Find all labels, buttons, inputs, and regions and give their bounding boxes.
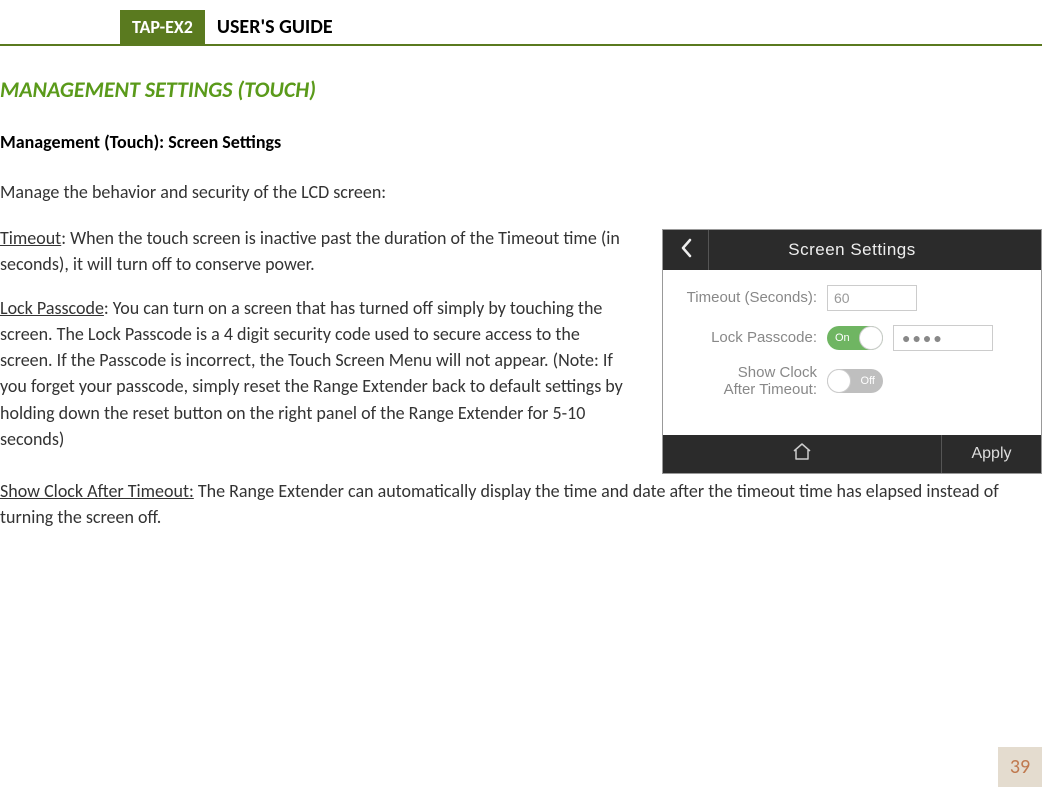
header-guide-title: USER'S GUIDE [205,10,345,44]
screenshot-bottombar: Apply [663,435,1041,473]
lock-toggle[interactable]: On [827,326,883,350]
row-clock: Show Clock After Timeout: Off [677,364,1027,399]
timeout-body: : When the touch screen is inactive past… [0,227,620,275]
lock-toggle-text: On [835,332,850,344]
label-clock-line1: Show Clock [738,364,817,381]
sub-heading: Management (Touch): Screen Settings [0,131,1042,153]
paragraph-clock: Show Clock After Timeout: The Range Exte… [0,478,1042,530]
screenshot-title: Screen Settings [709,240,1041,260]
home-icon [791,441,813,466]
passcode-field[interactable]: ●●●● [893,325,993,351]
paragraph-lock: Lock Passcode: You can turn on a screen … [0,295,634,452]
back-button[interactable] [663,230,709,270]
screenshot-titlebar: Screen Settings [663,230,1041,270]
apply-button[interactable]: Apply [941,435,1041,473]
intro-text: Manage the behavior and security of the … [0,181,1042,203]
row-lock: Lock Passcode: On ●●●● [677,324,1027,352]
body-text-column: Timeout: When the touch screen is inacti… [0,225,634,470]
section-heading: MANAGEMENT SETTINGS (TOUCH) [0,76,1042,103]
clock-para-label: Show Clock After Timeout: [0,480,194,502]
page-number: 39 [998,747,1042,787]
label-timeout: Timeout (Seconds): [677,289,827,306]
label-clock-line2: After Timeout: [724,381,817,398]
header-product-tag: TAP-EX2 [120,10,205,44]
row-timeout: Timeout (Seconds): [677,284,1027,312]
body-row: Timeout: When the touch screen is inacti… [0,225,1042,474]
screenshot-body: Timeout (Seconds): Lock Passcode: On ●●●… [663,270,1041,435]
home-button[interactable] [663,441,941,466]
timeout-label: Timeout [0,227,61,249]
clock-toggle-text: Off [861,375,875,387]
label-lock: Lock Passcode: [677,329,827,346]
header-bar: TAP-EX2 USER'S GUIDE [0,10,1042,46]
chevron-left-icon [679,238,693,263]
toggle-knob [827,369,851,393]
lock-label: Lock Passcode [0,297,104,319]
label-clock: Show Clock After Timeout: [677,364,827,399]
timeout-input[interactable] [827,285,917,311]
header-spacer [0,10,120,44]
paragraph-timeout: Timeout: When the touch screen is inacti… [0,225,634,277]
page-content: MANAGEMENT SETTINGS (TOUCH) Management (… [0,46,1042,530]
device-screenshot: Screen Settings Timeout (Seconds): Lock … [662,229,1042,474]
clock-toggle[interactable]: Off [827,369,883,393]
toggle-knob [859,326,883,350]
lock-body: : You can turn on a screen that has turn… [0,297,623,449]
